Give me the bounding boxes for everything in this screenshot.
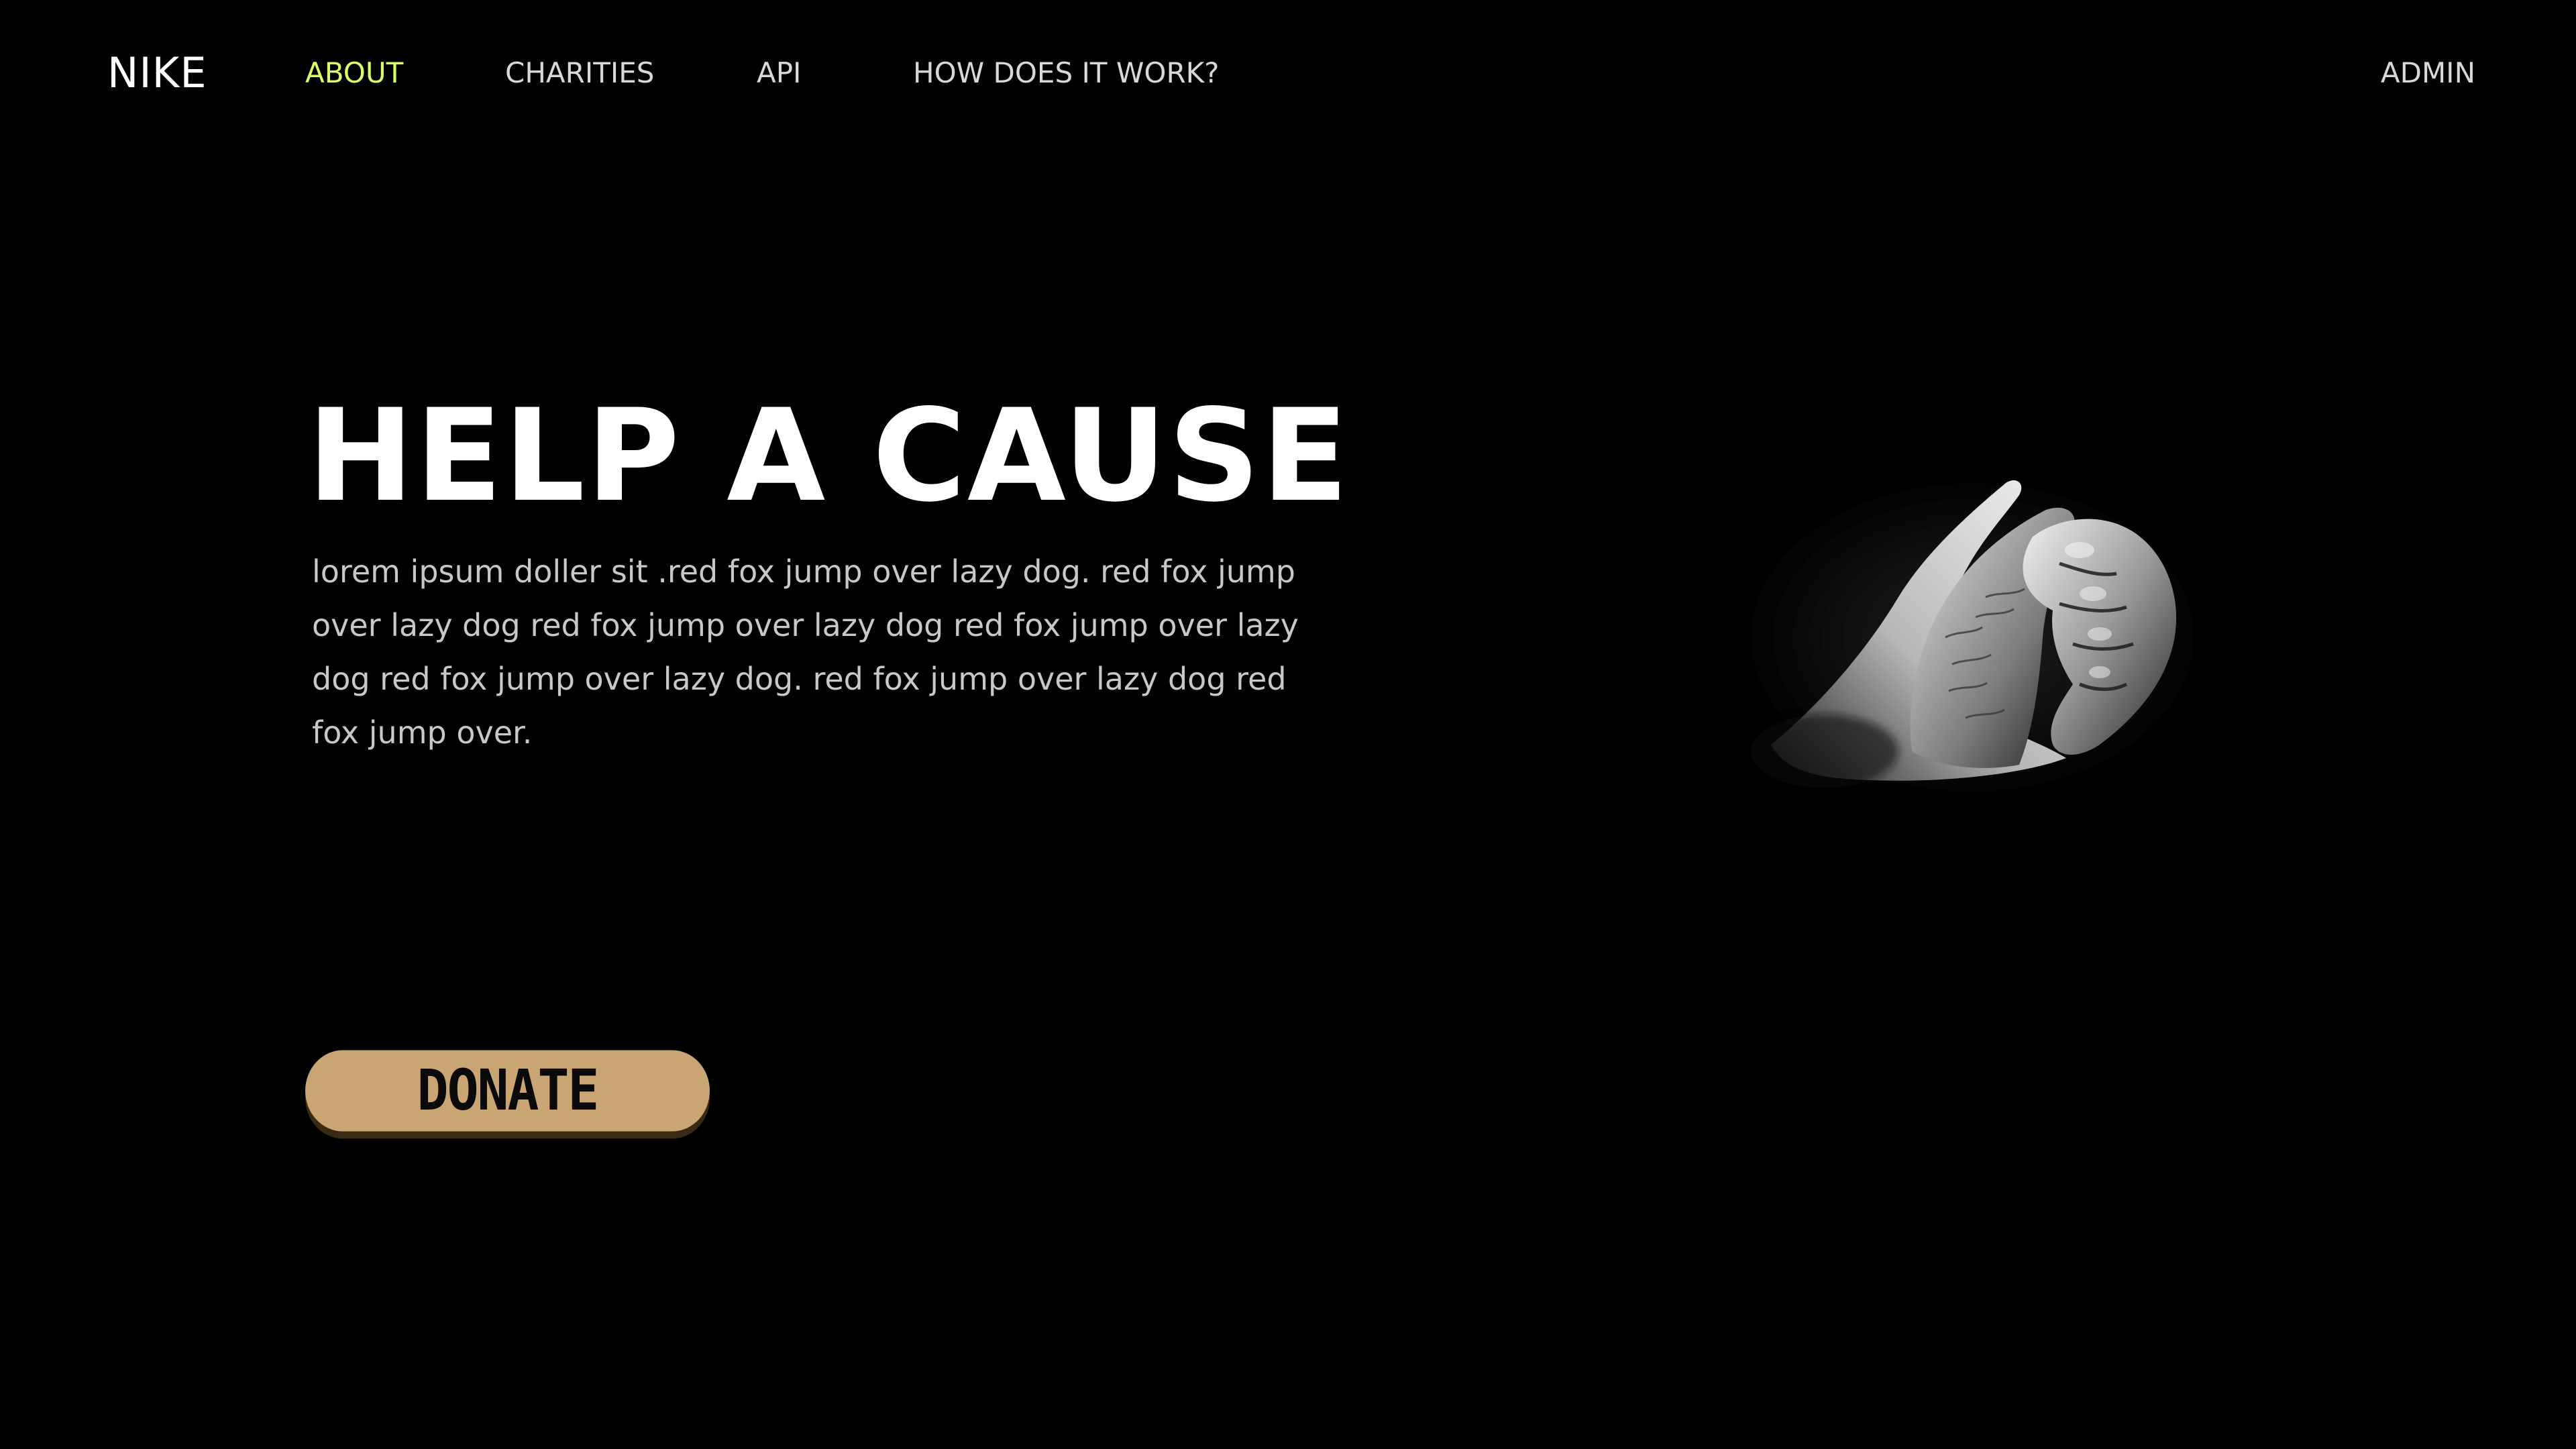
hero-title: HELP A CAUSE: [307, 382, 1350, 530]
nav-link-about[interactable]: ABOUT: [305, 56, 403, 89]
donate-button[interactable]: DONATE: [305, 1050, 710, 1132]
nav-link-charities[interactable]: CHARITIES: [505, 56, 654, 89]
holding-hands-icon: [1751, 480, 2194, 792]
nav-link-api[interactable]: API: [757, 56, 801, 89]
nav-link-how-it-works[interactable]: HOW DOES IT WORK?: [913, 56, 1219, 89]
brand-logo[interactable]: NIKE: [107, 48, 207, 97]
hero-description: lorem ipsum doller sit .red fox jump ove…: [312, 553, 1299, 751]
nav-link-admin[interactable]: ADMIN: [2381, 56, 2475, 89]
page: NIKE ABOUT CHARITIES API HOW DOES IT WOR…: [0, 0, 2576, 1449]
